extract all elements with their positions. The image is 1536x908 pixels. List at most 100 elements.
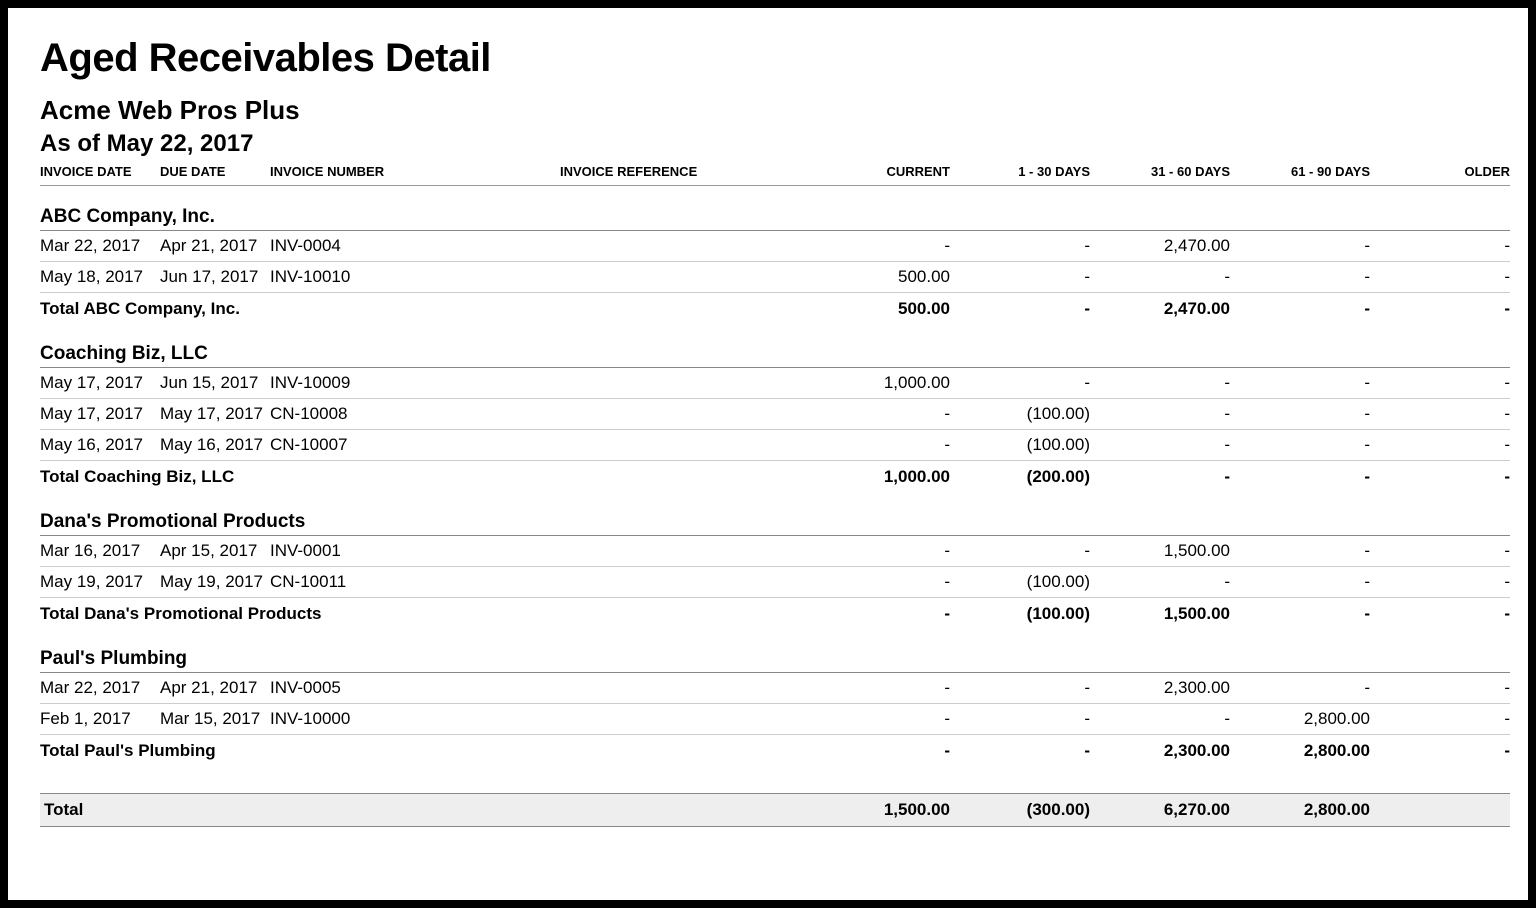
cell-current: 500.00 xyxy=(810,262,950,293)
cell-invoice-date: May 16, 2017 xyxy=(40,430,160,461)
grand-total-61-90: 2,800.00 xyxy=(1230,794,1370,827)
cell-current: 1,000.00 xyxy=(810,368,950,399)
cell-due-date: Jun 17, 2017 xyxy=(160,262,270,293)
table-row: May 16, 2017May 16, 2017CN-10007-(100.00… xyxy=(40,430,1510,461)
cell-1-30: - xyxy=(950,368,1090,399)
cell-invoice-reference xyxy=(560,262,810,293)
col-31-60: 31 - 60 DAYS xyxy=(1090,160,1230,186)
group-total-row: Total Paul's Plumbing--2,300.002,800.00- xyxy=(40,735,1510,766)
cell-61-90: - xyxy=(1230,368,1370,399)
group-total-older: - xyxy=(1370,735,1510,766)
cell-current: - xyxy=(810,704,950,735)
group-header: ABC Company, Inc. xyxy=(40,186,1510,231)
cell-61-90: - xyxy=(1230,430,1370,461)
cell-due-date: Apr 21, 2017 xyxy=(160,231,270,262)
cell-current: - xyxy=(810,430,950,461)
group-total-1-30: - xyxy=(950,293,1090,324)
group-total-row: Total Coaching Biz, LLC1,000.00(200.00)-… xyxy=(40,461,1510,492)
cell-invoice-date: Feb 1, 2017 xyxy=(40,704,160,735)
cell-invoice-reference xyxy=(560,704,810,735)
cell-due-date: Jun 15, 2017 xyxy=(160,368,270,399)
group-total-current: 1,000.00 xyxy=(810,461,950,492)
group-total-61-90: - xyxy=(1230,461,1370,492)
cell-31-60: 2,470.00 xyxy=(1090,231,1230,262)
cell-invoice-reference xyxy=(560,567,810,598)
company-name: Acme Web Pros Plus xyxy=(40,95,1496,126)
cell-due-date: May 17, 2017 xyxy=(160,399,270,430)
group-total-1-30: (100.00) xyxy=(950,598,1090,629)
table-row: Mar 16, 2017Apr 15, 2017INV-0001--1,500.… xyxy=(40,536,1510,567)
cell-due-date: May 19, 2017 xyxy=(160,567,270,598)
cell-31-60: - xyxy=(1090,430,1230,461)
cell-invoice-date: May 18, 2017 xyxy=(40,262,160,293)
group-total-31-60: 1,500.00 xyxy=(1090,598,1230,629)
cell-61-90: - xyxy=(1230,567,1370,598)
cell-older: - xyxy=(1370,673,1510,704)
group-total-label: Total Dana's Promotional Products xyxy=(40,598,810,629)
cell-current: - xyxy=(810,399,950,430)
cell-31-60: - xyxy=(1090,704,1230,735)
group-total-61-90: 2,800.00 xyxy=(1230,735,1370,766)
group-total-older: - xyxy=(1370,293,1510,324)
col-invoice-date: INVOICE DATE xyxy=(40,160,160,186)
col-1-30: 1 - 30 DAYS xyxy=(950,160,1090,186)
cell-1-30: - xyxy=(950,673,1090,704)
grand-total-label: Total xyxy=(40,794,810,827)
table-row: May 19, 2017May 19, 2017CN-10011-(100.00… xyxy=(40,567,1510,598)
cell-invoice-date: Mar 16, 2017 xyxy=(40,536,160,567)
table-row: Mar 22, 2017Apr 21, 2017INV-0005--2,300.… xyxy=(40,673,1510,704)
cell-61-90: 2,800.00 xyxy=(1230,704,1370,735)
group-header: Dana's Promotional Products xyxy=(40,491,1510,536)
col-due-date: DUE DATE xyxy=(160,160,270,186)
grand-total-older xyxy=(1370,794,1510,827)
cell-31-60: - xyxy=(1090,368,1230,399)
grand-total-31-60: 6,270.00 xyxy=(1090,794,1230,827)
group-total-31-60: - xyxy=(1090,461,1230,492)
group-total-older: - xyxy=(1370,461,1510,492)
cell-invoice-reference xyxy=(560,368,810,399)
cell-31-60: - xyxy=(1090,262,1230,293)
col-older: OLDER xyxy=(1370,160,1510,186)
cell-invoice-number: INV-0004 xyxy=(270,231,560,262)
cell-older: - xyxy=(1370,704,1510,735)
cell-older: - xyxy=(1370,399,1510,430)
cell-older: - xyxy=(1370,368,1510,399)
col-61-90: 61 - 90 DAYS xyxy=(1230,160,1370,186)
report-title: Aged Receivables Detail xyxy=(40,36,1496,81)
cell-61-90: - xyxy=(1230,231,1370,262)
group-total-1-30: - xyxy=(950,735,1090,766)
cell-61-90: - xyxy=(1230,399,1370,430)
cell-1-30: - xyxy=(950,262,1090,293)
table-row: May 17, 2017Jun 15, 2017INV-100091,000.0… xyxy=(40,368,1510,399)
group-total-current: - xyxy=(810,598,950,629)
group-total-1-30: (200.00) xyxy=(950,461,1090,492)
group-name: Paul's Plumbing xyxy=(40,628,1510,673)
cell-invoice-date: Mar 22, 2017 xyxy=(40,673,160,704)
cell-61-90: - xyxy=(1230,536,1370,567)
as-of-date: As of May 22, 2017 xyxy=(40,130,1496,158)
cell-61-90: - xyxy=(1230,262,1370,293)
cell-1-30: - xyxy=(950,704,1090,735)
grand-total-row: Total1,500.00(300.00)6,270.002,800.00 xyxy=(40,794,1510,827)
group-total-31-60: 2,470.00 xyxy=(1090,293,1230,324)
cell-1-30: (100.00) xyxy=(950,430,1090,461)
cell-31-60: - xyxy=(1090,399,1230,430)
group-total-label: Total Paul's Plumbing xyxy=(40,735,810,766)
group-name: ABC Company, Inc. xyxy=(40,186,1510,231)
cell-due-date: Apr 15, 2017 xyxy=(160,536,270,567)
group-total-row: Total Dana's Promotional Products-(100.0… xyxy=(40,598,1510,629)
group-total-current: 500.00 xyxy=(810,293,950,324)
cell-31-60: - xyxy=(1090,567,1230,598)
cell-invoice-reference xyxy=(560,231,810,262)
table-row: May 17, 2017May 17, 2017CN-10008-(100.00… xyxy=(40,399,1510,430)
cell-invoice-reference xyxy=(560,673,810,704)
cell-invoice-reference xyxy=(560,430,810,461)
cell-invoice-number: INV-0005 xyxy=(270,673,560,704)
group-total-61-90: - xyxy=(1230,598,1370,629)
group-total-row: Total ABC Company, Inc.500.00-2,470.00-- xyxy=(40,293,1510,324)
cell-1-30: - xyxy=(950,536,1090,567)
col-invoice-number: INVOICE NUMBER xyxy=(270,160,560,186)
group-total-61-90: - xyxy=(1230,293,1370,324)
cell-current: - xyxy=(810,536,950,567)
cell-31-60: 2,300.00 xyxy=(1090,673,1230,704)
